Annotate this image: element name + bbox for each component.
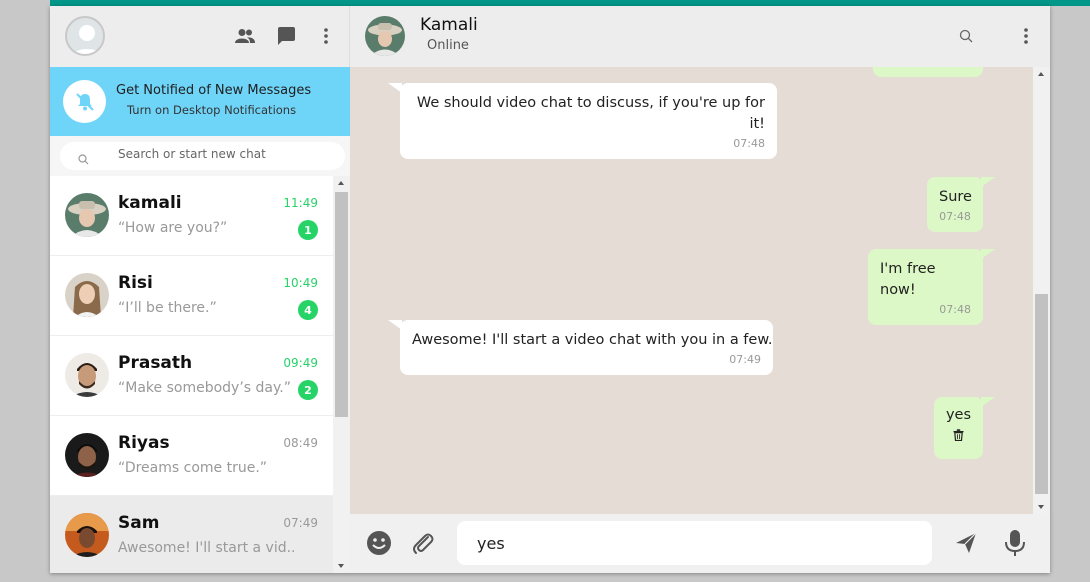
chat-name: kamali — [118, 193, 182, 213]
message-text: Sure — [939, 189, 972, 205]
bell-off-icon — [63, 80, 106, 123]
chat-time: 07:49 — [283, 516, 318, 530]
chat-preview: “Dreams come true.” — [118, 460, 268, 476]
search-bar — [50, 136, 350, 176]
message-area-scrollbar[interactable] — [1033, 67, 1050, 514]
chat-bubble-icon[interactable] — [274, 24, 298, 48]
bubble-tail — [981, 397, 995, 407]
search-icon[interactable] — [954, 24, 978, 48]
contact-avatar[interactable] — [365, 16, 405, 56]
trash-icon[interactable] — [944, 427, 973, 448]
chat-app: Get Notified of New Messages Turn on Des… — [50, 6, 1050, 573]
notification-subtitle: Turn on Desktop Notifications — [127, 103, 297, 117]
message-bubble-clipped — [873, 67, 983, 77]
notification-banner[interactable]: Get Notified of New Messages Turn on Des… — [50, 67, 350, 136]
chat-name: Riyas — [118, 433, 170, 453]
chat-list-item[interactable]: Riyas 08:49 “Dreams come true.” — [50, 416, 333, 496]
message-bubble-incoming[interactable]: Awesome! I'll start a video chat with yo… — [388, 320, 773, 375]
chat-name: Sam — [118, 513, 160, 533]
scroll-up-arrow-icon[interactable] — [338, 181, 344, 185]
chat-time: 09:49 — [283, 356, 318, 370]
sidebar-header — [50, 6, 350, 67]
conversation-header: Kamali Online — [350, 6, 1050, 67]
message-text: I'm free now! — [880, 261, 936, 298]
notification-title: Get Notified of New Messages — [116, 83, 312, 98]
bubble-tail — [981, 177, 995, 187]
message-area: We should video chat to discuss, if you'… — [350, 67, 1033, 514]
chat-list-item[interactable]: Risi 10:49 “I’ll be there.” 4 — [50, 256, 333, 336]
message-input[interactable] — [457, 521, 932, 565]
search-box[interactable] — [60, 142, 345, 170]
microphone-icon[interactable] — [1000, 528, 1030, 558]
kebab-menu-icon[interactable] — [1014, 24, 1038, 48]
search-icon — [78, 150, 89, 169]
contact-name: Kamali — [420, 15, 478, 35]
search-input[interactable] — [118, 147, 328, 161]
kebab-menu-icon[interactable] — [314, 24, 338, 48]
chat-list-item[interactable]: Sam 07:49 Awesome! I'll start a vid.. — [50, 496, 333, 573]
avatar — [65, 353, 109, 397]
chat-time: 10:49 — [283, 276, 318, 290]
message-text: We should video chat to discuss, if you'… — [416, 95, 765, 132]
chat-list-item[interactable]: Prasath 09:49 “Make somebody’s day.” 2 — [50, 336, 333, 416]
message-time: 07:48 — [939, 210, 971, 223]
message-bubble-outgoing[interactable]: Sure 07:48 — [927, 177, 995, 232]
bubble-tail — [981, 249, 995, 259]
scroll-up-arrow-icon[interactable] — [1038, 72, 1044, 76]
contact-status: Online — [427, 38, 469, 53]
chat-name: Prasath — [118, 353, 193, 373]
unread-badge: 1 — [298, 220, 318, 240]
my-avatar[interactable] — [65, 16, 105, 56]
chat-preview: “Make somebody’s day.” — [118, 380, 291, 396]
chat-list-item[interactable]: kamali 11:49 “How are you?” 1 — [50, 176, 333, 256]
people-icon[interactable] — [233, 24, 257, 48]
message-text: yes — [945, 407, 972, 423]
send-icon[interactable] — [951, 528, 981, 558]
message-bubble-outgoing[interactable]: yes — [934, 397, 995, 459]
conversation-panel: Kamali Online We should video chat to di… — [350, 6, 1050, 573]
sidebar: Get Notified of New Messages Turn on Des… — [50, 6, 350, 573]
chat-time: 11:49 — [283, 196, 318, 210]
chat-list: kamali 11:49 “How are you?” 1 Risi 10:49… — [50, 176, 333, 573]
message-time: 07:49 — [729, 353, 761, 366]
avatar — [65, 433, 109, 477]
scroll-down-arrow-icon[interactable] — [1038, 505, 1044, 509]
scroll-down-arrow-icon[interactable] — [338, 564, 344, 568]
unread-badge: 2 — [298, 380, 318, 400]
message-text: Awesome! I'll start a video chat with yo… — [412, 332, 773, 348]
chat-list-scrollbar[interactable] — [333, 176, 350, 573]
unread-badge: 4 — [298, 300, 318, 320]
scrollbar-thumb[interactable] — [335, 192, 348, 417]
message-bubble-outgoing[interactable]: I'm free now! 07:48 — [868, 249, 995, 325]
chat-time: 08:49 — [283, 436, 318, 450]
message-composer — [350, 514, 1050, 573]
bubble-tail — [388, 320, 402, 330]
message-bubble-incoming[interactable]: We should video chat to discuss, if you'… — [388, 83, 777, 159]
message-time: 07:48 — [733, 137, 765, 150]
chat-preview: Awesome! I'll start a vid.. — [118, 540, 296, 556]
avatar — [65, 273, 109, 317]
chat-name: Risi — [118, 273, 153, 293]
paperclip-icon[interactable] — [408, 528, 438, 558]
emoji-icon[interactable] — [364, 528, 394, 558]
scrollbar-thumb[interactable] — [1035, 294, 1048, 494]
message-time: 07:48 — [939, 303, 971, 316]
chat-preview: “How are you?” — [118, 220, 228, 236]
bubble-tail — [388, 83, 402, 93]
avatar — [65, 193, 109, 237]
chat-preview: “I’ll be there.” — [118, 300, 217, 316]
avatar — [65, 513, 109, 557]
